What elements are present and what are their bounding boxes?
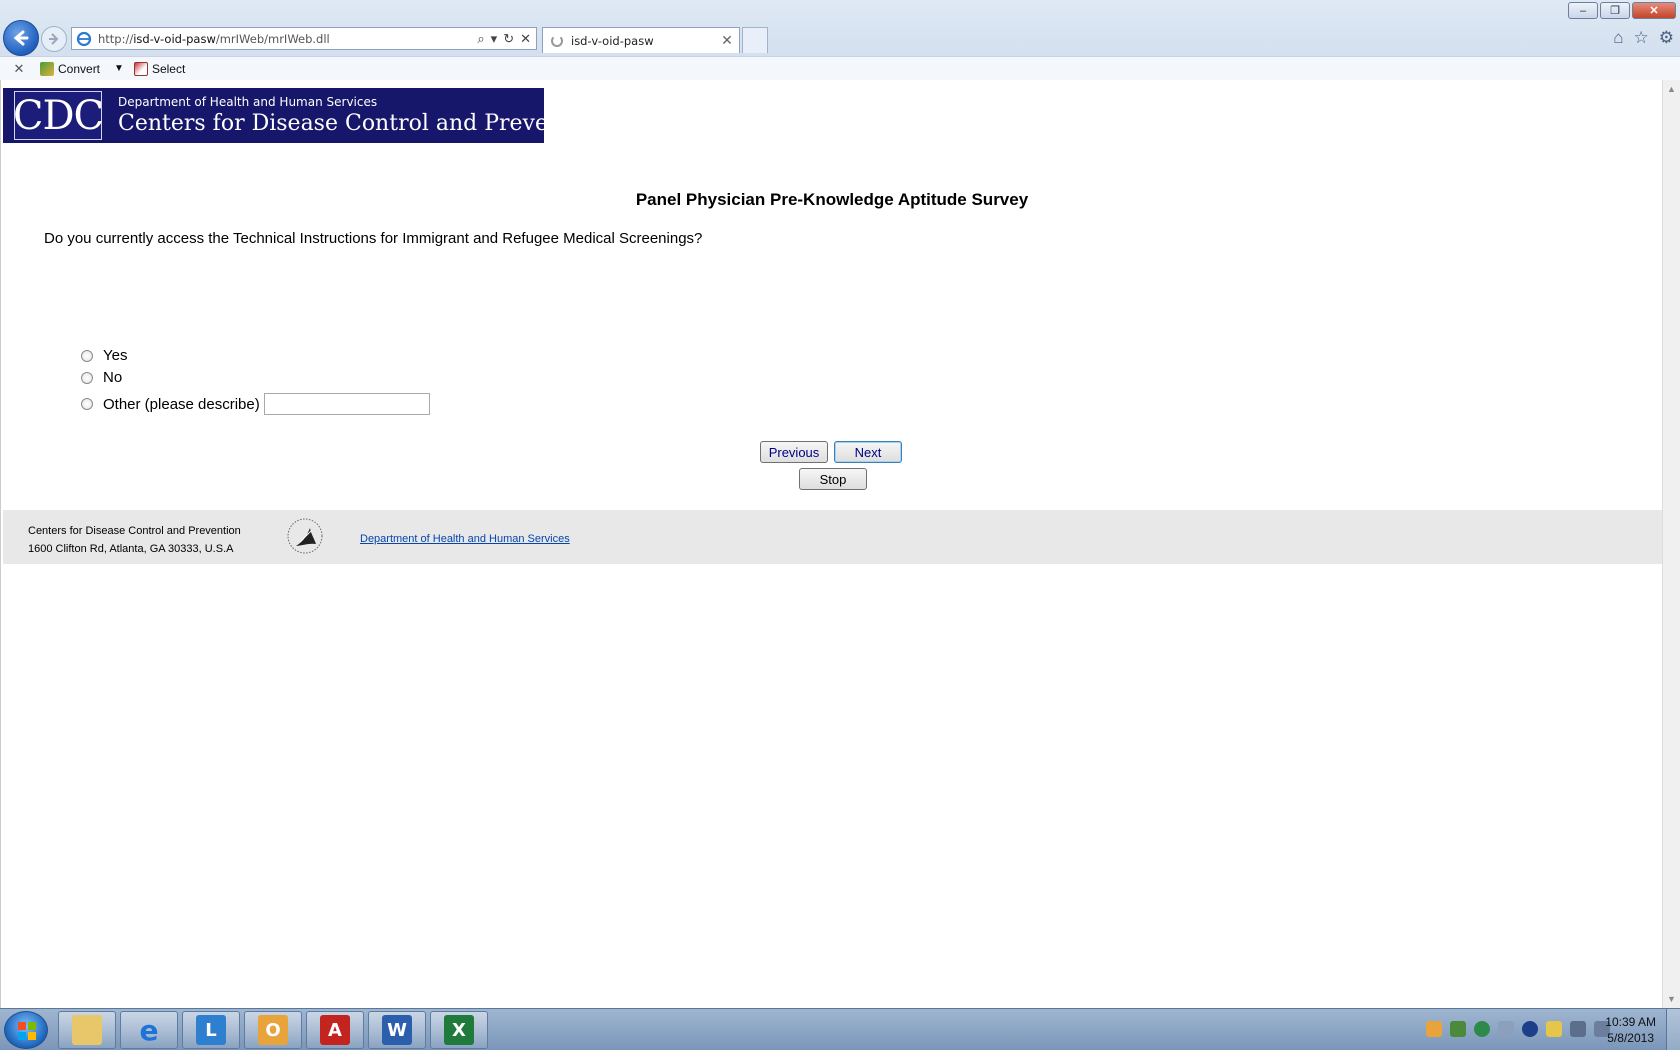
- close-toolbar-icon[interactable]: ✕: [8, 61, 30, 77]
- close-tab-icon[interactable]: ✕: [719, 32, 735, 49]
- taskbar-clock[interactable]: 10:39 AM 5/8/2013: [1605, 1014, 1656, 1046]
- restore-button[interactable]: ❐: [1600, 2, 1630, 19]
- address-bar[interactable]: http://isd-v-oid-pasw/mrIWeb/mrIWeb.dll …: [71, 27, 537, 50]
- stop-loading-icon[interactable]: ✕: [520, 31, 531, 47]
- taskbar-lync[interactable]: L: [182, 1011, 240, 1049]
- convert-icon: [40, 61, 54, 76]
- network-status-icon[interactable]: [1474, 1021, 1490, 1037]
- option-no[interactable]: No: [81, 369, 122, 386]
- previous-button[interactable]: Previous: [760, 441, 828, 463]
- vertical-scrollbar[interactable]: ▲ ▼: [1662, 80, 1680, 1008]
- footer-org-name: Centers for Disease Control and Preventi…: [28, 525, 241, 537]
- security-tray-icon[interactable]: [1450, 1021, 1466, 1037]
- browser-chrome: http://isd-v-oid-pasw/mrIWeb/mrIWeb.dll …: [0, 0, 1680, 80]
- dropdown-arrow-icon[interactable]: ▾: [491, 31, 498, 47]
- back-button[interactable]: [3, 20, 39, 56]
- select-icon: [133, 61, 148, 76]
- folder-icon: [72, 1015, 102, 1045]
- taskbar-acrobat[interactable]: A: [306, 1011, 364, 1049]
- page-viewport: CDC Department of Health and Human Servi…: [0, 80, 1663, 1008]
- cdc-logo: CDC: [12, 91, 104, 140]
- option-other[interactable]: Other (please describe): [81, 393, 430, 415]
- arrow-right-icon: [49, 33, 59, 45]
- banner-department: Department of Health and Human Services: [118, 95, 378, 109]
- next-button[interactable]: Next: [834, 441, 902, 463]
- page-title: Panel Physician Pre-Knowledge Aptitude S…: [635, 190, 1029, 209]
- info-tray-icon[interactable]: [1522, 1021, 1538, 1037]
- loading-spinner-icon: [551, 34, 563, 47]
- banner-agency: Centers for Disease Control and Preventi…: [118, 111, 606, 136]
- taskbar-explorer[interactable]: [58, 1011, 116, 1049]
- scroll-up-icon[interactable]: ▲: [1667, 84, 1676, 94]
- home-icon[interactable]: ⌂: [1613, 28, 1623, 48]
- new-tab-button[interactable]: [742, 27, 768, 53]
- taskbar-word[interactable]: W: [368, 1011, 426, 1049]
- minimize-button[interactable]: –: [1568, 2, 1598, 19]
- convert-button[interactable]: Convert ▼: [40, 61, 124, 76]
- hhs-link[interactable]: Department of Health and Human Services: [360, 533, 570, 545]
- browser-tools: ⌂ ☆ ⚙: [1613, 28, 1674, 48]
- footer-address: 1600 Clifton Rd, Atlanta, GA 30333, U.S.…: [28, 543, 234, 555]
- clock-time: 10:39 AM: [1605, 1015, 1656, 1029]
- system-tray: [1426, 1021, 1610, 1037]
- taskbar-excel[interactable]: X: [430, 1011, 488, 1049]
- radio-other[interactable]: [81, 398, 93, 410]
- other-description-input[interactable]: [263, 393, 430, 415]
- lync-icon: L: [196, 1015, 226, 1045]
- clock-date: 5/8/2013: [1607, 1031, 1654, 1045]
- option-label[interactable]: No: [103, 369, 122, 386]
- acrobat-icon: A: [320, 1015, 350, 1045]
- start-button[interactable]: [4, 1011, 48, 1049]
- option-label[interactable]: Yes: [103, 347, 127, 364]
- tab-current[interactable]: isd-v-oid-pasw ✕: [542, 27, 740, 53]
- chevron-down-icon[interactable]: ▼: [114, 63, 124, 74]
- page-footer: Centers for Disease Control and Preventi…: [3, 510, 1663, 564]
- tab-title: isd-v-oid-pasw: [571, 33, 654, 48]
- window-controls: – ❐ ✕: [1568, 2, 1676, 19]
- radio-yes[interactable]: [81, 349, 93, 362]
- device-tray-icon[interactable]: [1498, 1021, 1514, 1037]
- taskbar-internet-explorer[interactable]: e: [120, 1011, 178, 1049]
- arrow-left-icon: [13, 30, 29, 46]
- flag-tray-icon[interactable]: [1546, 1021, 1562, 1037]
- hhs-seal-icon: [287, 518, 323, 554]
- word-icon: W: [382, 1015, 412, 1045]
- radio-no[interactable]: [81, 371, 93, 384]
- internet-explorer-icon: e: [139, 1013, 159, 1047]
- taskbar-outlook[interactable]: O: [244, 1011, 302, 1049]
- close-window-button[interactable]: ✕: [1632, 2, 1676, 19]
- command-bar: ✕ Convert ▼ Select: [0, 56, 1680, 80]
- ie-page-icon: [76, 31, 92, 46]
- network-icon[interactable]: [1570, 1021, 1586, 1037]
- excel-icon: X: [444, 1015, 474, 1045]
- outlook-icon: O: [258, 1015, 288, 1045]
- forward-button[interactable]: [41, 26, 67, 52]
- search-icon[interactable]: ⌕: [477, 31, 484, 47]
- favorites-star-icon[interactable]: ☆: [1634, 28, 1649, 48]
- show-desktop-button[interactable]: [1666, 1009, 1680, 1050]
- refresh-icon[interactable]: ↻: [503, 31, 514, 47]
- taskbar: e L O A W X 10:39 AM 5/8/2013: [0, 1008, 1680, 1050]
- select-button[interactable]: Select: [133, 61, 185, 76]
- url-text[interactable]: http://isd-v-oid-pasw/mrIWeb/mrIWeb.dll: [98, 32, 477, 46]
- windows-logo-icon: [18, 1022, 36, 1040]
- option-yes[interactable]: Yes: [81, 347, 127, 364]
- option-label[interactable]: Other (please describe): [103, 396, 260, 413]
- stop-button[interactable]: Stop: [799, 468, 867, 490]
- cdc-banner: CDC Department of Health and Human Servi…: [3, 88, 605, 143]
- survey-question: Do you currently access the Technical In…: [44, 230, 703, 247]
- footer-address-block: Centers for Disease Control and Preventi…: [28, 522, 241, 558]
- outlook-tray-icon[interactable]: [1426, 1021, 1442, 1037]
- scroll-down-icon[interactable]: ▼: [1667, 994, 1676, 1004]
- gear-icon[interactable]: ⚙: [1659, 28, 1674, 48]
